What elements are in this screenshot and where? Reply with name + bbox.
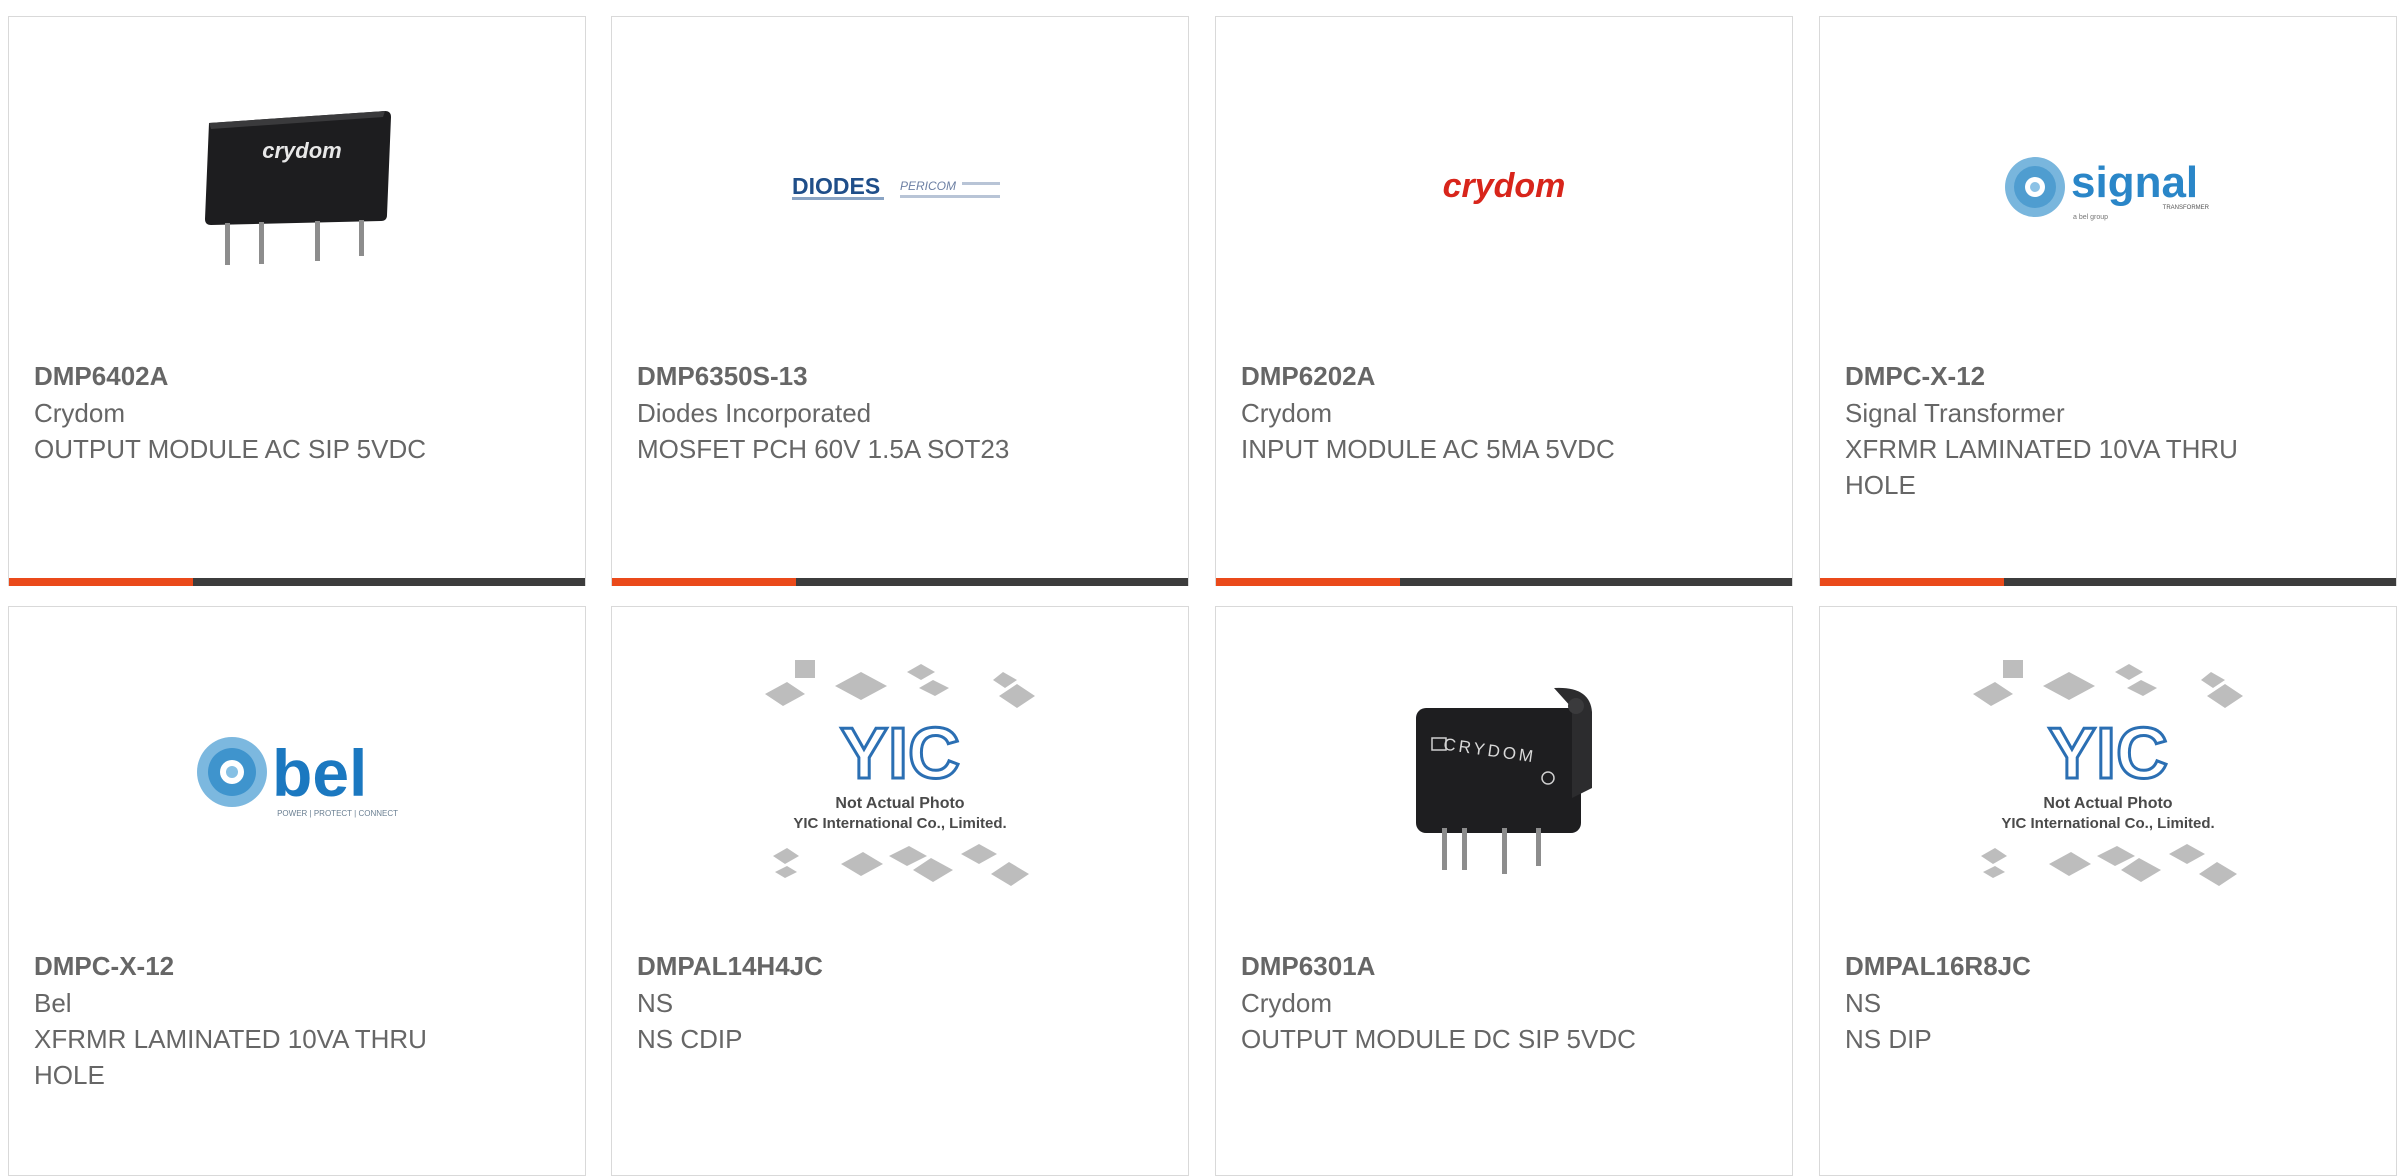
bel-logo-icon: bel POWER | PROTECT | CONNECT (197, 736, 398, 818)
product-image[interactable]: YIC Not Actual Photo YIC International C… (612, 653, 1188, 903)
card-bar-accent (1820, 578, 2005, 586)
manufacturer: Bel (34, 988, 72, 1018)
part-number[interactable]: DMPAL14H4JC (637, 947, 1163, 985)
product-description: XFRMR LAMINATED 10VA THRU HOLE (1845, 434, 2238, 500)
product-image[interactable]: YIC Not Actual Photo YIC International C… (1820, 653, 2396, 903)
pericom-logo-text: PERICOM (900, 179, 956, 193)
product-card[interactable]: signal TRANSFORMER a bel group DMPC-X-12… (1819, 16, 2397, 586)
manufacturer: Crydom (34, 398, 126, 428)
signal-transformer-logo-icon: signal TRANSFORMER a bel group (2005, 157, 2210, 221)
product-image[interactable]: crydom (9, 63, 585, 313)
product-image[interactable]: DIODES PERICOM (612, 63, 1188, 313)
card-bottom-bar (9, 578, 585, 586)
yic-note-line1: Not Actual Photo (2043, 795, 2172, 812)
card-bottom-bar (1216, 578, 1792, 586)
yic-note-line2: YIC International Co., Limited. (2001, 815, 2214, 832)
manufacturer: Crydom (1241, 398, 1333, 428)
yic-note-line2: YIC International Co., Limited. (793, 815, 1006, 832)
part-number[interactable]: DMPC-X-12 (1845, 357, 2371, 395)
transformer-logo-text: TRANSFORMER (2163, 205, 2210, 211)
crydom-logo-icon: crydom (1443, 167, 1566, 205)
yic-placeholder-icon: YIC Not Actual Photo YIC International C… (1973, 660, 2243, 886)
bel-logo-text: bel (272, 736, 367, 810)
manufacturer: Diodes Incorporated (637, 398, 872, 428)
part-number[interactable]: DMP6202A (1241, 357, 1767, 395)
product-card[interactable]: CRYDOM DMP6301A Crydom OUTPUT MODULE DC … (1215, 606, 1793, 1176)
yic-placeholder-icon: YIC Not Actual Photo YIC International C… (765, 660, 1035, 886)
relay-module-icon: crydom (205, 111, 391, 265)
yic-note-line1: Not Actual Photo (835, 795, 964, 812)
product-description: NS DIP (1845, 1024, 1932, 1054)
signal-logo-text: signal (2071, 158, 2198, 207)
relay-logo-text: crydom (262, 138, 341, 163)
product-description: NS CDIP (637, 1024, 743, 1054)
diodes-logo-icon: DIODES PERICOM (792, 173, 1000, 200)
manufacturer: Signal Transformer (1845, 398, 2065, 428)
card-bar-accent (612, 578, 797, 586)
part-number[interactable]: DMP6402A (34, 357, 560, 395)
card-bar-accent (9, 578, 194, 586)
manufacturer: Crydom (1241, 988, 1333, 1018)
manufacturer: NS (1845, 988, 1882, 1018)
yic-logo-text: YIC (840, 714, 960, 794)
product-card[interactable]: YIC Not Actual Photo YIC International C… (611, 606, 1189, 1176)
product-image[interactable]: signal TRANSFORMER a bel group (1820, 63, 2396, 313)
part-number[interactable]: DMPC-X-12 (34, 947, 560, 985)
product-image[interactable]: crydom (1216, 63, 1792, 313)
yic-logo-text: YIC (2048, 714, 2168, 794)
product-image[interactable]: CRYDOM (1216, 653, 1792, 903)
product-card[interactable]: YIC Not Actual Photo YIC International C… (1819, 606, 2397, 1176)
diodes-logo-text: DIODES (792, 173, 880, 199)
part-number[interactable]: DMPAL16R8JC (1845, 947, 2371, 985)
product-card[interactable]: bel POWER | PROTECT | CONNECT DMPC-X-12 … (8, 606, 586, 1176)
product-description: OUTPUT MODULE AC SIP 5VDC (34, 434, 427, 464)
product-image[interactable]: bel POWER | PROTECT | CONNECT (9, 653, 585, 903)
card-bottom-bar (612, 578, 1188, 586)
product-description: XFRMR LAMINATED 10VA THRU HOLE (34, 1024, 427, 1090)
part-number[interactable]: DMP6350S-13 (637, 357, 1163, 395)
product-card[interactable]: DIODES PERICOM DMP6350S-13 Diodes Incorp… (611, 16, 1189, 586)
product-card[interactable]: crydom DMP6202A Crydom INPUT MODULE AC 5… (1215, 16, 1793, 586)
relay-module-icon: CRYDOM (1416, 687, 1592, 874)
product-description: MOSFET PCH 60V 1.5A SOT23 (637, 434, 1010, 464)
product-card[interactable]: crydom DMP6402A Crydom OUTPUT MODULE AC … (8, 16, 586, 586)
card-bottom-bar (1820, 578, 2396, 586)
crydom-logo-text: crydom (1443, 167, 1566, 205)
product-description: INPUT MODULE AC 5MA 5VDC (1241, 434, 1615, 464)
bel-group-text: a bel group (2073, 214, 2108, 221)
product-description: OUTPUT MODULE DC SIP 5VDC (1241, 1024, 1636, 1054)
bel-tagline-text: POWER | PROTECT | CONNECT (277, 809, 398, 818)
part-number[interactable]: DMP6301A (1241, 947, 1767, 985)
manufacturer: NS (637, 988, 674, 1018)
card-bar-accent (1216, 578, 1401, 586)
